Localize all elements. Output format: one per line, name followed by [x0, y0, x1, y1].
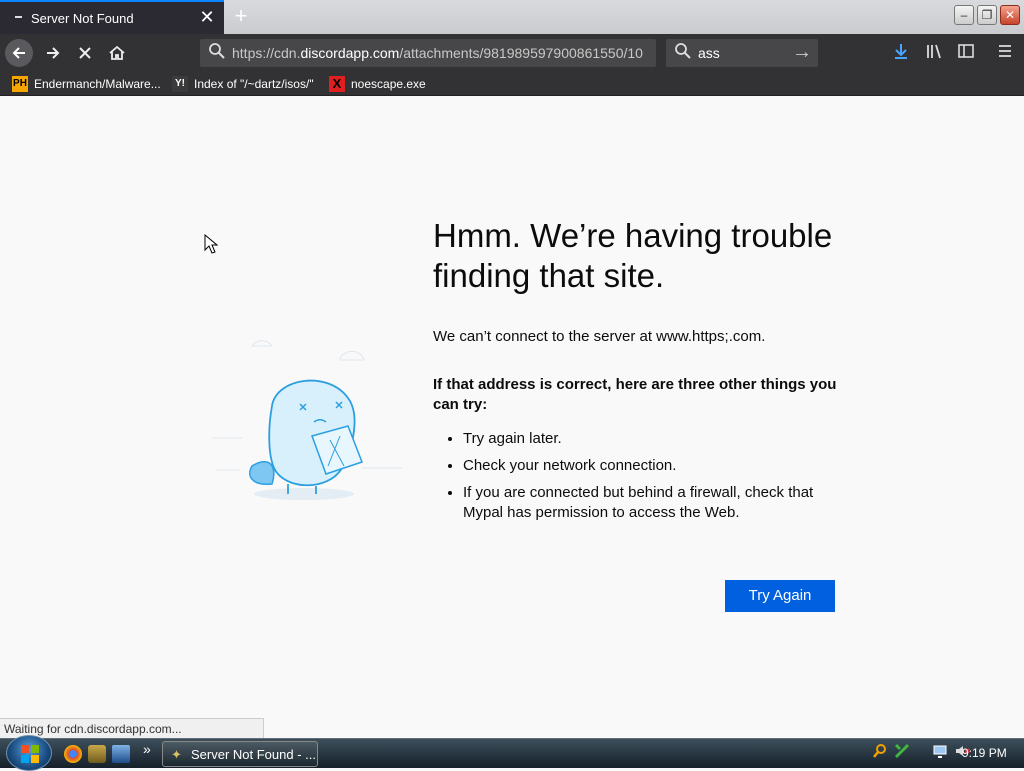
try-again-button[interactable]: Try Again	[725, 580, 835, 612]
tab-strip: Server Not Found ✕ + – ❐ ✕	[0, 0, 1024, 34]
stop-button[interactable]	[71, 39, 99, 67]
restore-button[interactable]: ❐	[977, 5, 997, 25]
bookmark-item[interactable]: Y! Index of "/~dartz/isos/"	[172, 76, 314, 92]
close-window-button[interactable]: ✕	[1000, 5, 1020, 25]
url-bar[interactable]: https://cdn.discordapp.com/attachments/9…	[200, 39, 656, 67]
home-icon	[109, 45, 125, 60]
menu-button[interactable]	[994, 42, 1016, 65]
bookmark-label: Index of "/~dartz/isos/"	[194, 77, 314, 91]
search-tray-icon[interactable]	[872, 743, 888, 759]
url-text[interactable]: https://cdn.discordapp.com/attachments/9…	[232, 45, 650, 61]
forward-button[interactable]	[39, 39, 67, 67]
pornhub-style-icon: PH	[12, 76, 28, 92]
bookmarks-toolbar: PH Endermanch/Malware... Y! Index of "/~…	[0, 72, 1024, 96]
bookmark-item[interactable]: X noescape.exe	[329, 76, 426, 92]
quicklaunch-overflow-icon[interactable]: »	[143, 741, 151, 757]
mouse-cursor-icon	[204, 234, 218, 254]
error-title: Hmm. We’re having trouble finding that s…	[433, 217, 833, 294]
tab-server-not-found[interactable]: Server Not Found ✕	[0, 0, 224, 34]
bookmark-label: Endermanch/Malware...	[34, 77, 161, 91]
show-desktop-icon[interactable]	[112, 745, 130, 763]
sidebar-button[interactable]	[955, 42, 977, 65]
library-icon	[927, 44, 941, 59]
close-tab-icon[interactable]: ✕	[198, 8, 216, 26]
minimize-button[interactable]: –	[954, 5, 974, 25]
search-input[interactable]: ass	[698, 45, 720, 61]
system-tray	[872, 743, 970, 759]
windows-logo-icon	[21, 745, 39, 763]
loading-icon	[15, 16, 22, 18]
error-subhead: If that address is correct, here are thr…	[433, 376, 837, 413]
tab-title: Server Not Found	[31, 11, 134, 26]
new-tab-button[interactable]: +	[229, 4, 253, 28]
error-text-block: Hmm. We’re having trouble finding that s…	[433, 216, 843, 530]
search-go-icon[interactable]: →	[792, 41, 812, 64]
list-item: Try again later.	[463, 429, 843, 449]
list-item: Check your network connection.	[463, 456, 843, 476]
search-icon	[208, 42, 226, 65]
stop-icon	[79, 47, 91, 59]
forward-arrow-icon	[47, 47, 60, 59]
chrome-icon[interactable]	[64, 745, 82, 763]
window-controls: – ❐ ✕	[954, 5, 1020, 25]
tips-list: Try again later. Check your network conn…	[433, 429, 843, 523]
sad-monster-illustration	[212, 340, 402, 500]
clock[interactable]: 9:19 PM	[962, 746, 1007, 760]
taskbar-button-browser[interactable]: ✦ Server Not Found - ...	[162, 741, 318, 767]
list-item: If you are connected but behind a firewa…	[463, 483, 843, 523]
bookmark-item[interactable]: PH Endermanch/Malware...	[12, 76, 161, 92]
start-button[interactable]	[6, 735, 52, 771]
monitor-tray-icon[interactable]	[932, 743, 948, 759]
x-icon: X	[329, 76, 345, 92]
downloads-button[interactable]	[890, 42, 912, 65]
taskbar: » ✦ Server Not Found - ... 9:19 PM	[0, 735, 1024, 771]
mypal-icon: ✦	[171, 747, 182, 762]
error-page: Hmm. We’re having trouble finding that s…	[0, 96, 1024, 716]
network-tray-icon[interactable]	[894, 743, 910, 759]
error-lead: We can’t connect to the server at www.ht…	[433, 328, 766, 345]
search-bar[interactable]: ass →	[666, 39, 818, 67]
status-bar: Waiting for cdn.discordapp.com...	[0, 718, 264, 738]
taskbar-button-label: Server Not Found - ...	[191, 747, 316, 762]
bookmark-label: noescape.exe	[351, 77, 426, 91]
home-button[interactable]	[103, 39, 131, 67]
back-button[interactable]	[5, 39, 33, 67]
back-arrow-icon	[12, 47, 25, 59]
search-icon	[674, 42, 692, 65]
navigation-toolbar: https://cdn.discordapp.com/attachments/9…	[0, 34, 1024, 72]
sidebar-icon	[958, 44, 974, 58]
library-button[interactable]	[923, 42, 945, 65]
bookmark-site-icon: Y!	[172, 76, 188, 92]
download-icon	[895, 44, 907, 59]
hamburger-menu-icon	[999, 45, 1011, 57]
mypal-icon[interactable]	[88, 745, 106, 763]
